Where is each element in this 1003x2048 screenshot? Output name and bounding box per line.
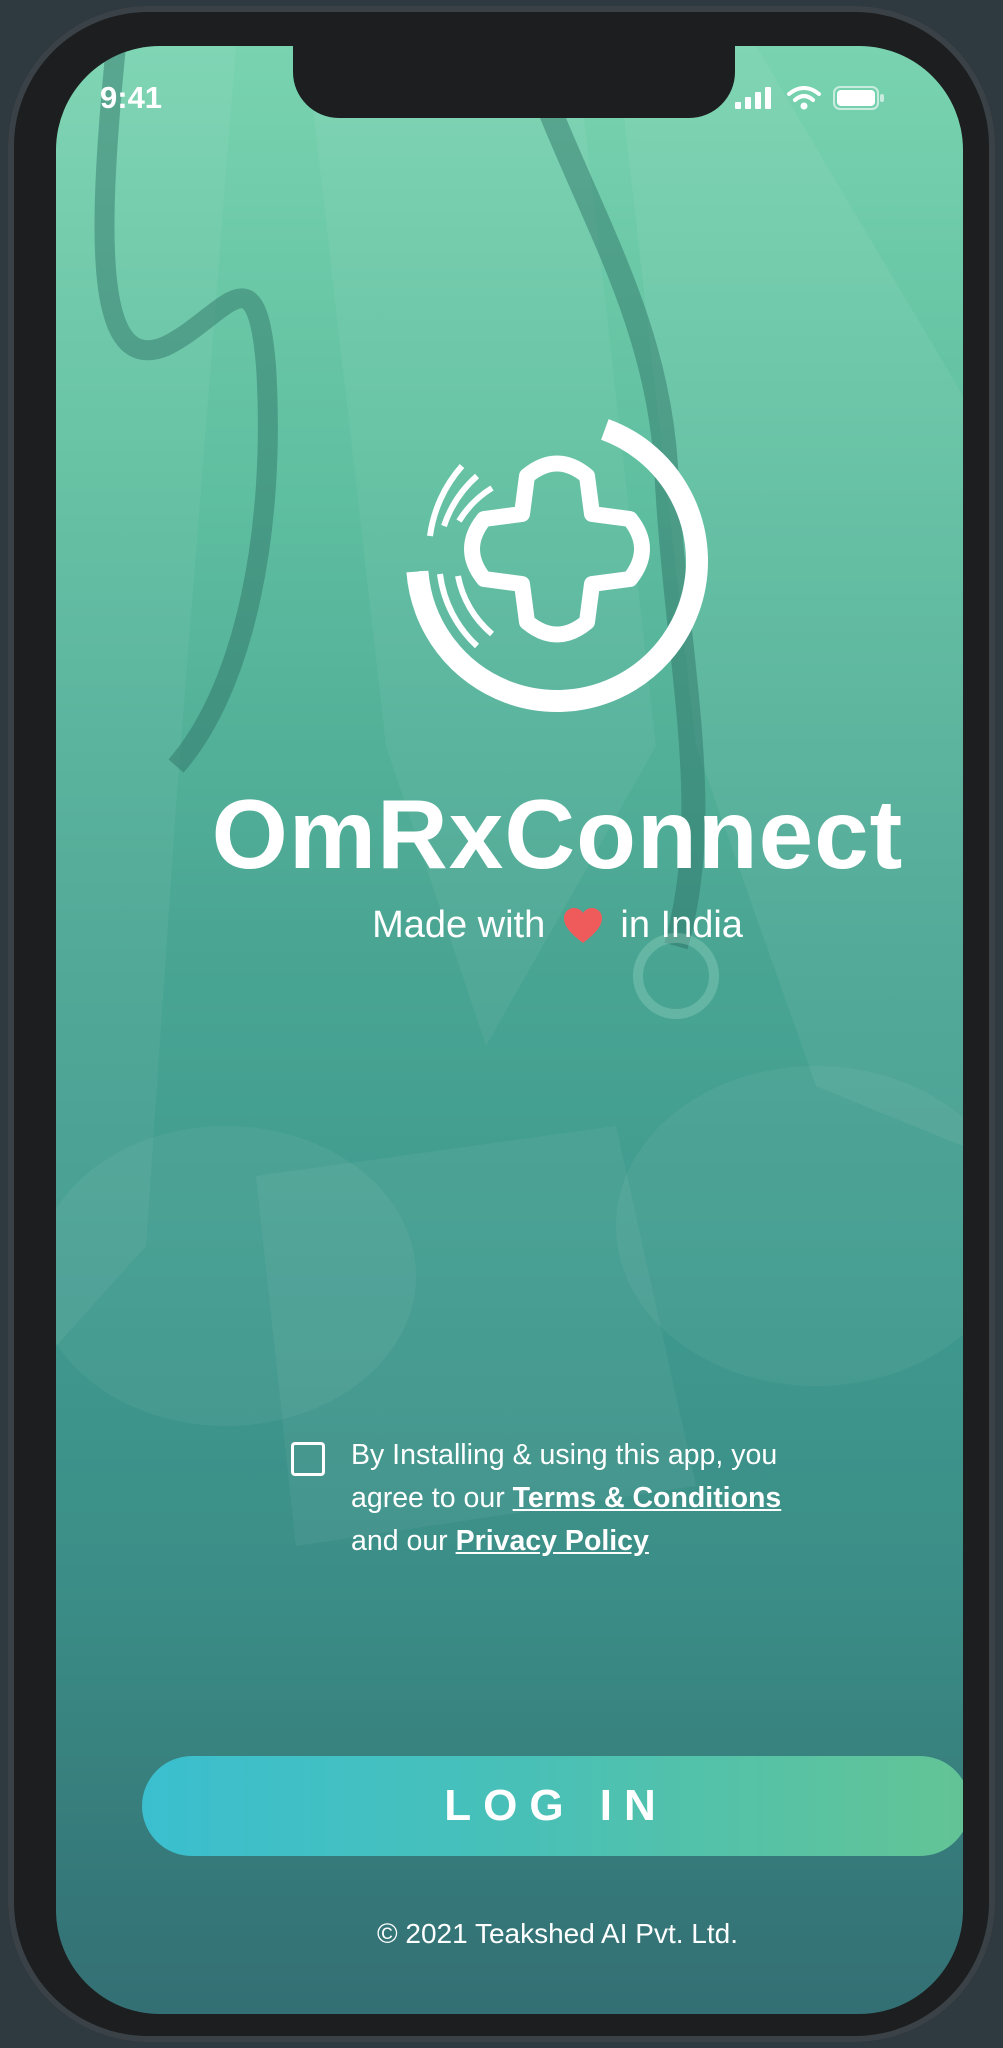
tagline-suffix: in India <box>620 904 743 946</box>
signal-icon <box>735 87 771 109</box>
consent-text: By Installing & using this app, you agre… <box>351 1434 871 1563</box>
battery-icon <box>833 86 884 110</box>
status-icons <box>735 86 885 110</box>
status-time: 9:41 <box>100 80 163 115</box>
phone-frame: OmRxConnect Made with in India By Instal… <box>8 6 995 2042</box>
consent-line-2: agree to our Terms & Conditions <box>351 1477 871 1520</box>
wifi-icon <box>787 86 821 110</box>
device-notch <box>293 46 735 118</box>
copyright-text: © 2021 Teakshed AI Pvt. Ltd. <box>376 1918 739 1949</box>
consent-line-2-prefix: agree to our <box>351 1482 505 1514</box>
app-logo <box>406 410 708 712</box>
privacy-link[interactable]: Privacy Policy <box>456 1525 649 1557</box>
background-photo <box>56 46 963 1546</box>
app-name: OmRxConnect <box>211 779 904 889</box>
tagline-prefix: Made with <box>372 904 546 946</box>
heart-icon <box>563 908 602 943</box>
terms-checkbox[interactable] <box>291 1442 325 1476</box>
tagline: Made with in India <box>104 904 963 947</box>
consent-line-1: By Installing & using this app, you <box>351 1439 778 1471</box>
consent-line-3: and our Privacy Policy <box>351 1520 871 1563</box>
consent-line-3-prefix: and our <box>351 1525 448 1557</box>
screen: OmRxConnect Made with in India By Instal… <box>56 46 963 2014</box>
terms-link[interactable]: Terms & Conditions <box>513 1482 782 1514</box>
login-button[interactable]: LOG IN <box>142 1756 963 1856</box>
